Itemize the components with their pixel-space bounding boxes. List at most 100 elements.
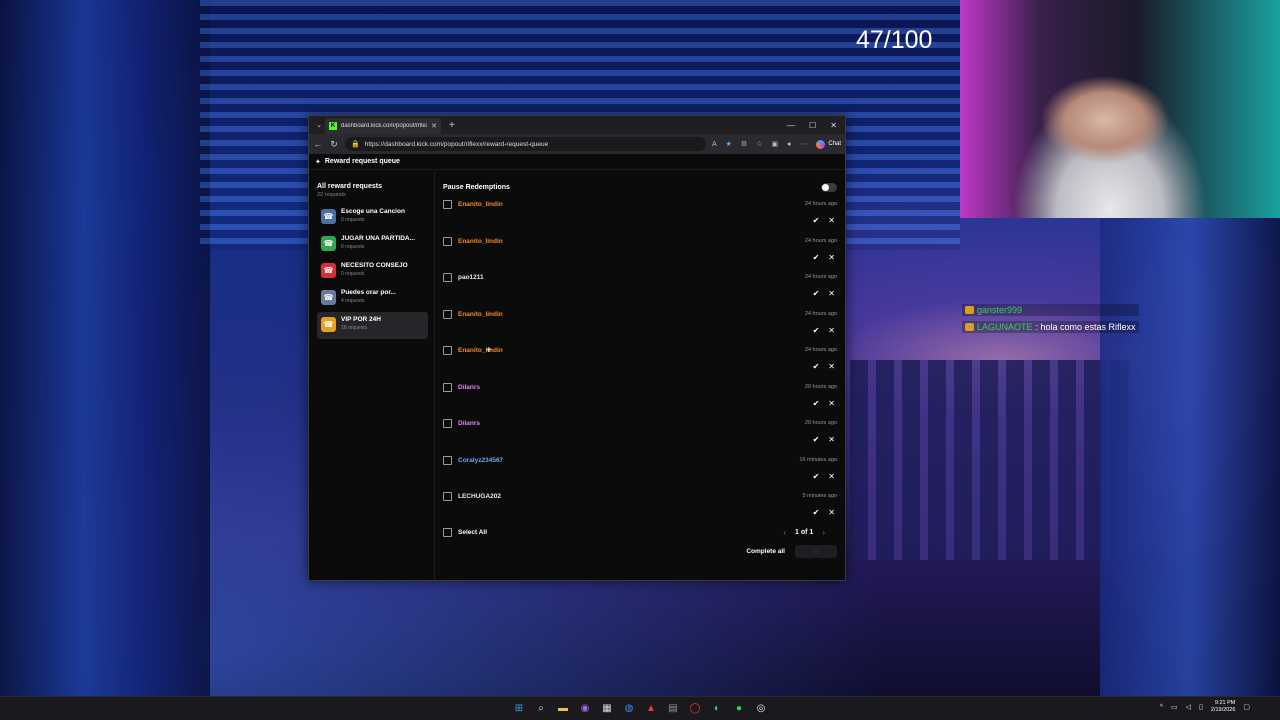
calculator-icon[interactable]: ▦	[600, 701, 614, 715]
request-username[interactable]: Enanito_lindin	[458, 201, 503, 208]
request-username[interactable]: pao1211	[458, 274, 484, 281]
app-icon[interactable]: ▤	[666, 701, 680, 715]
tab-list-chevron-icon[interactable]: ⌄	[313, 121, 325, 129]
request-checkbox[interactable]	[443, 200, 452, 209]
collections-icon[interactable]: ▣	[771, 140, 778, 148]
webcam-overlay	[960, 0, 1280, 218]
sidebar-item-label: Escoge una Cancion	[341, 208, 405, 215]
reject-x-icon[interactable]: ✕	[828, 435, 835, 444]
approve-check-icon[interactable]: ✔	[813, 435, 820, 444]
sidebar-all-requests[interactable]: All reward requests 22 requests	[317, 183, 428, 198]
reward-icon: ✦	[315, 158, 321, 166]
select-all-checkbox[interactable]	[443, 528, 452, 537]
request-username[interactable]: Enanito_lindin	[458, 238, 503, 245]
reject-x-icon[interactable]: ✕	[828, 508, 835, 517]
reject-x-icon[interactable]: ✕	[828, 362, 835, 371]
request-row: pao1211 24 hours ago ✔ ✕	[443, 270, 837, 307]
request-checkbox[interactable]	[443, 419, 452, 428]
request-row: Coralyz234567 16 minutes ago ✔ ✕	[443, 453, 837, 490]
more-options-icon[interactable]: ⋯	[800, 140, 807, 148]
close-window-icon[interactable]: ✕	[830, 121, 837, 130]
back-arrow-icon[interactable]: ←	[313, 139, 323, 149]
favorite-star-icon[interactable]: ★	[726, 140, 732, 148]
reject-x-icon[interactable]: ✕	[828, 289, 835, 298]
request-username[interactable]: Enanito_lindin	[458, 347, 503, 354]
taskbar-clock[interactable]: 9:21 PM 2/19/2026	[1211, 700, 1235, 714]
opera-icon[interactable]: ◯	[688, 701, 702, 715]
search-icon[interactable]: ⌕	[534, 701, 548, 715]
app-icon[interactable]: ◍	[622, 701, 636, 715]
approve-check-icon[interactable]: ✔	[813, 326, 820, 335]
browser-tab[interactable]: K dashboard.kick.com/popout/riflex ✕	[325, 118, 441, 134]
reject-x-icon[interactable]: ✕	[828, 472, 835, 481]
file-explorer-icon[interactable]: ▬	[556, 701, 570, 715]
obs-icon[interactable]: ◎	[754, 701, 768, 715]
select-all-row[interactable]: Select All	[443, 528, 837, 537]
battery-icon[interactable]: ▯	[1199, 703, 1203, 711]
request-username[interactable]: Dilanrs	[458, 420, 480, 427]
favorites-icon[interactable]: ☆	[756, 140, 762, 148]
reject-x-icon[interactable]: ✕	[828, 399, 835, 408]
request-username[interactable]: LECHUGA202	[458, 493, 501, 500]
approve-check-icon[interactable]: ✔	[813, 399, 820, 408]
approve-check-icon[interactable]: ✔	[813, 216, 820, 225]
request-row: LECHUGA202 5 minutes ago ✔ ✕	[443, 489, 837, 526]
copilot-chat-button[interactable]: Chat	[816, 139, 841, 149]
minimize-icon[interactable]: —	[787, 121, 795, 130]
request-checkbox[interactable]	[443, 346, 452, 355]
spotify-icon[interactable]: ●	[732, 701, 746, 715]
refresh-icon[interactable]: ↻	[329, 139, 339, 150]
network-icon[interactable]: ▭	[1171, 703, 1178, 711]
wallpaper-curtain-right	[1100, 200, 1280, 700]
new-tab-icon[interactable]: +	[449, 120, 455, 131]
sidebar-item-necesito-consejo[interactable]: ☎ NECESITO CONSEJO 0 requests	[317, 258, 428, 285]
sidebar-item-puedes-orar-por[interactable]: ☎ Puedes orar por... 4 requests	[317, 285, 428, 312]
request-username[interactable]: Enanito_lindin	[458, 311, 503, 318]
loading-spinner-icon[interactable]: ◌	[795, 545, 837, 558]
volume-icon[interactable]: ◁	[1186, 703, 1191, 711]
request-checkbox[interactable]	[443, 455, 452, 465]
tab-close-icon[interactable]: ✕	[431, 122, 437, 130]
request-checkbox[interactable]	[443, 273, 452, 282]
windows-start-icon[interactable]: ⊞	[512, 701, 526, 715]
request-checkbox[interactable]	[443, 236, 452, 246]
sidebar-item-count: 0 requests	[341, 217, 365, 223]
reject-x-icon[interactable]: ✕	[828, 253, 835, 262]
prev-page-icon[interactable]: ‹	[783, 528, 786, 537]
approve-check-icon[interactable]: ✔	[813, 508, 820, 517]
notifications-icon[interactable]: ▢	[1243, 703, 1250, 711]
next-page-icon[interactable]: ›	[822, 528, 825, 537]
discord-icon[interactable]: ◉	[578, 701, 592, 715]
complete-all-button[interactable]: Complete all	[746, 548, 785, 555]
profile-icon[interactable]: ●	[787, 141, 791, 148]
sidebar-item-label: Puedes orar por...	[341, 289, 396, 296]
request-checkbox[interactable]	[443, 309, 452, 319]
edge-icon[interactable]: ◐	[710, 701, 724, 715]
kick-logo-icon: K	[329, 122, 337, 130]
approve-check-icon[interactable]: ✔	[813, 472, 820, 481]
approve-check-icon[interactable]: ✔	[813, 289, 820, 298]
maximize-icon[interactable]: ☐	[809, 121, 816, 130]
sidebar-item-vip-por-24h[interactable]: ☎ VIP POR 24H 18 requests	[317, 312, 428, 339]
request-username[interactable]: Coralyz234567	[458, 457, 503, 464]
reject-x-icon[interactable]: ✕	[828, 326, 835, 335]
acrobat-icon[interactable]: ▲	[644, 701, 658, 715]
sidebar-item-escoge-una-cancion[interactable]: ☎ Escoge una Cancion 0 requests	[317, 204, 428, 231]
request-checkbox[interactable]	[443, 382, 452, 392]
approve-check-icon[interactable]: ✔	[813, 362, 820, 371]
approve-check-icon[interactable]: ✔	[813, 253, 820, 262]
extensions-icon[interactable]: ⚙	[741, 140, 747, 148]
sidebar-item-jugar-una-partida[interactable]: ☎ JUGAR UNA PARTIDA... 0 requests	[317, 231, 428, 258]
reject-x-icon[interactable]: ✕	[828, 216, 835, 225]
request-checkbox[interactable]	[443, 492, 452, 501]
clock-time: 9:21 PM	[1214, 700, 1236, 706]
read-aloud-icon[interactable]: A	[712, 141, 717, 148]
tray-chevron-icon[interactable]: ^	[1160, 704, 1163, 711]
system-tray: ^ ▭ ◁ ▯ 9:21 PM 2/19/2026 ▢	[1160, 700, 1250, 714]
reward-icon: ☎	[321, 263, 336, 278]
sidebar-all-title: All reward requests	[317, 183, 382, 190]
copilot-icon	[816, 139, 826, 149]
pause-redemptions-toggle[interactable]	[821, 182, 837, 192]
request-username[interactable]: Dilanrs	[458, 384, 480, 391]
url-field[interactable]: 🔒 https://dashboard.kick.com/popout/rifl…	[345, 137, 706, 151]
